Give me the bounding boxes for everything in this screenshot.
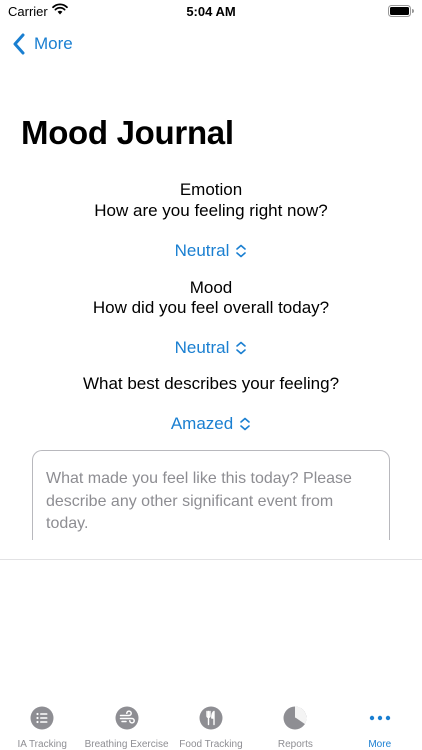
feeling-picker-value: Amazed (170, 414, 234, 433)
feeling-picker[interactable]: Amazed (0, 414, 422, 434)
back-button[interactable]: More (12, 30, 73, 58)
emotion-question: How are you feeling right now? (94, 201, 328, 220)
page-title: Mood Journal (21, 114, 234, 151)
tab-more[interactable]: More (338, 698, 422, 750)
divider (0, 559, 422, 560)
emotion-picker-value: Neutral (174, 241, 230, 260)
fork-knife-icon (199, 706, 223, 730)
tab-label: Breathing Exercise (84, 739, 169, 750)
tab-label: More (368, 739, 392, 750)
notes-textarea[interactable]: What made you feel like this today? Plea… (32, 450, 390, 540)
chevron-up-down-icon (236, 341, 247, 355)
mood-picker[interactable]: Neutral (0, 338, 422, 358)
notes-placeholder: What made you feel like this today? Plea… (46, 470, 352, 532)
chevron-up-down-icon (240, 417, 250, 431)
status-time: 5:04 AM (186, 4, 236, 19)
tab-label: Food Tracking (179, 739, 243, 750)
chevron-left-icon (13, 33, 25, 55)
tab-bar: IA Tracking Breathing Exercise Food Trac… (0, 698, 422, 750)
chevron-up-down-icon (236, 244, 247, 258)
feeling-question: What best describes your feeling? (82, 374, 340, 393)
emotion-title: Emotion (179, 180, 243, 199)
pie-chart-icon (283, 706, 307, 730)
emotion-picker[interactable]: Neutral (0, 241, 422, 261)
tab-label: Reports (277, 739, 313, 750)
mood-picker-value: Neutral (174, 338, 230, 357)
battery-icon (388, 5, 414, 17)
tab-label: IA Tracking (17, 739, 67, 750)
wind-icon (115, 706, 139, 730)
tab-breathing-exercise[interactable]: Breathing Exercise (85, 698, 169, 750)
mood-title: Mood (189, 278, 233, 297)
mood-journal-screen: Carrier 5:04 AM More Mood Journal Emotio… (0, 0, 422, 750)
tab-ia-tracking[interactable]: IA Tracking (0, 698, 84, 750)
status-bar: Carrier 5:04 AM (0, 0, 422, 24)
list-icon (30, 706, 54, 730)
tab-food-tracking[interactable]: Food Tracking (169, 698, 253, 750)
more-icon (369, 715, 390, 721)
mood-question: How did you feel overall today? (92, 298, 330, 317)
tab-reports[interactable]: Reports (253, 698, 337, 750)
back-label: More (34, 34, 73, 53)
